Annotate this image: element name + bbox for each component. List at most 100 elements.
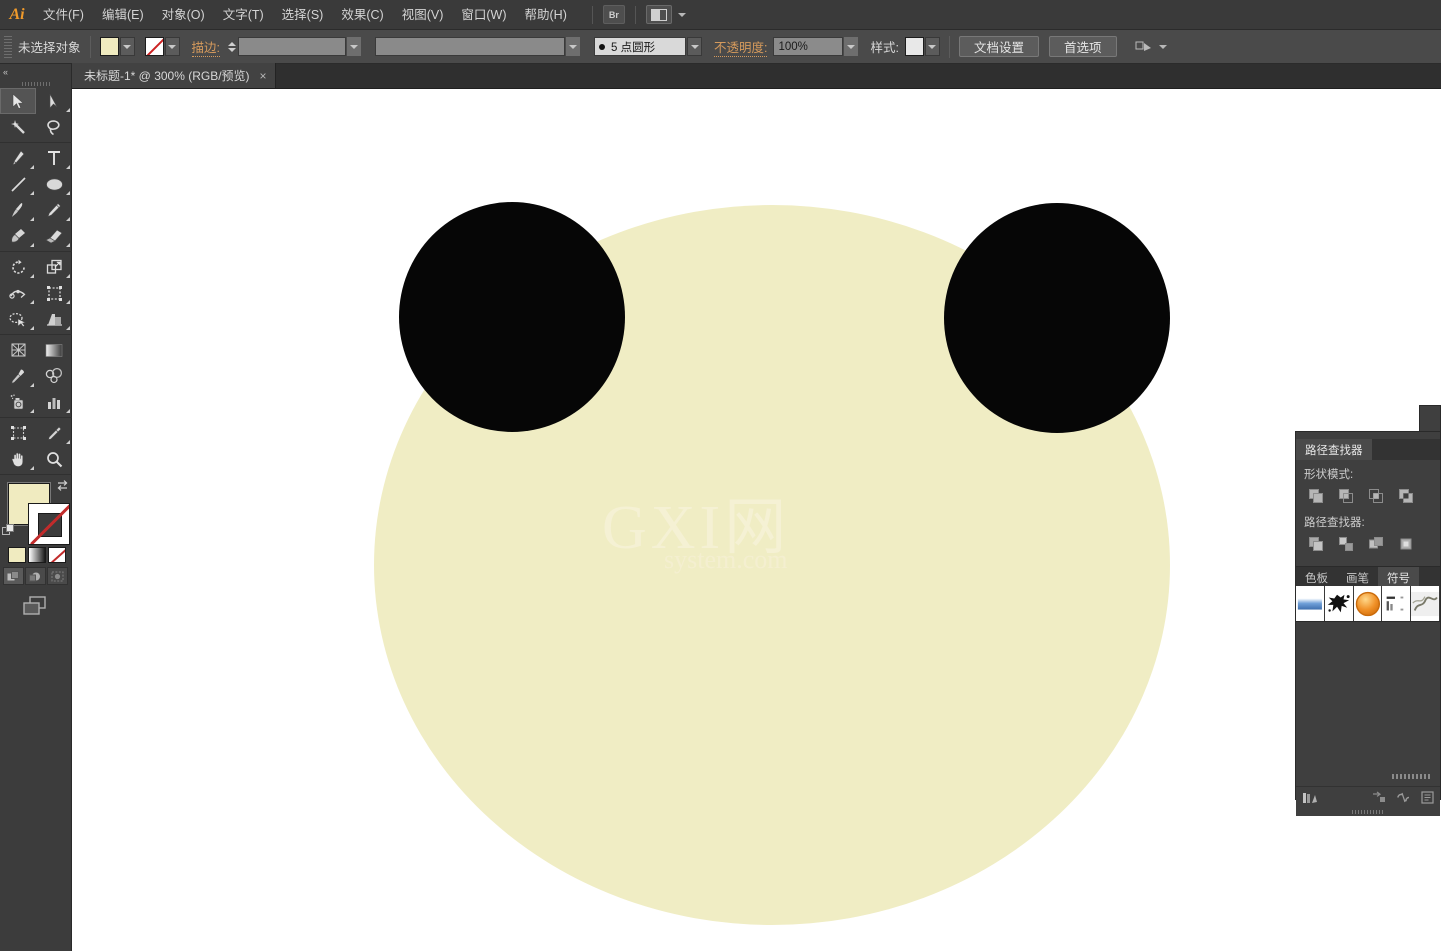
shape-builder-tool[interactable]: [0, 306, 36, 332]
tool-flyout-indicator[interactable]: [30, 466, 34, 470]
fill-color-group[interactable]: [100, 37, 135, 56]
opacity-label[interactable]: 不透明度:: [714, 37, 767, 57]
default-fill-stroke-icon[interactable]: [2, 524, 15, 537]
symbol-sprayer-tool[interactable]: [0, 389, 36, 415]
artboard-canvas[interactable]: GXI网 system.com: [72, 89, 1441, 951]
color-mode-button[interactable]: [8, 547, 26, 563]
symbol-options-button[interactable]: [1421, 791, 1434, 804]
trim-button[interactable]: [1337, 535, 1355, 553]
document-setup-button[interactable]: 文档设置: [959, 36, 1039, 57]
symbol-ink-splat[interactable]: [1325, 586, 1354, 622]
symbol-orange-orb[interactable]: [1354, 586, 1383, 622]
tools-panel-header[interactable]: «: [0, 64, 71, 80]
document-tab[interactable]: 未标题-1* @ 300% (RGB/预览) ×: [72, 63, 276, 88]
draw-inside-button[interactable]: [47, 567, 68, 585]
opacity-field[interactable]: 100%: [773, 37, 843, 56]
align-to-group[interactable]: [1135, 39, 1167, 55]
menu-effect[interactable]: 效果(C): [332, 0, 392, 30]
unite-button[interactable]: [1307, 487, 1325, 505]
fill-dropdown-button[interactable]: [120, 37, 135, 56]
pencil-tool[interactable]: [36, 197, 72, 223]
zoom-tool[interactable]: [36, 446, 72, 472]
rotate-tool[interactable]: [0, 254, 36, 280]
fill-color-swatch[interactable]: [100, 37, 119, 56]
width-profile-dropdown[interactable]: [565, 37, 580, 56]
symbols-empty-area[interactable]: [1296, 622, 1440, 786]
stroke-weight-field[interactable]: [238, 37, 346, 56]
workspace-switcher-button[interactable]: [646, 5, 672, 24]
tool-flyout-indicator[interactable]: [30, 409, 34, 413]
tool-flyout-indicator[interactable]: [66, 191, 70, 195]
brush-definition-dropdown[interactable]: [687, 37, 702, 56]
bridge-icon[interactable]: Br: [603, 5, 625, 24]
dock-tab-strip[interactable]: [1419, 405, 1441, 431]
ear-left-shape[interactable]: [399, 202, 625, 432]
close-icon[interactable]: ×: [260, 70, 267, 82]
tool-flyout-indicator[interactable]: [30, 217, 34, 221]
ellipse-tool[interactable]: [36, 171, 72, 197]
menu-view[interactable]: 视图(V): [393, 0, 453, 30]
tool-flyout-indicator[interactable]: [66, 440, 70, 444]
pen-tool[interactable]: [0, 145, 36, 171]
stroke-color-box[interactable]: [28, 503, 70, 545]
line-segment-tool[interactable]: [0, 171, 36, 197]
paintbrush-tool[interactable]: [0, 197, 36, 223]
eraser-tool[interactable]: [36, 223, 72, 249]
stepper-up-icon[interactable]: [228, 42, 236, 46]
symbol-texture[interactable]: [1411, 586, 1440, 622]
stroke-dropdown-button[interactable]: [165, 37, 180, 56]
break-link-button[interactable]: [1396, 791, 1411, 804]
tool-flyout-indicator[interactable]: [30, 191, 34, 195]
selection-tool[interactable]: [0, 88, 36, 114]
panel-resize-grip[interactable]: [1392, 774, 1432, 779]
tab-pathfinder[interactable]: 路径查找器: [1296, 439, 1372, 460]
gradient-mode-button[interactable]: [28, 547, 46, 563]
slice-tool[interactable]: [36, 420, 72, 446]
blob-brush-tool[interactable]: [0, 223, 36, 249]
tool-flyout-indicator[interactable]: [66, 108, 70, 112]
symbol-libraries-button[interactable]: [1302, 791, 1320, 805]
chevron-down-icon[interactable]: [678, 13, 686, 17]
scale-tool[interactable]: [36, 254, 72, 280]
change-screen-mode-icon[interactable]: [21, 595, 51, 617]
column-graph-tool[interactable]: [36, 389, 72, 415]
magic-wand-tool[interactable]: [0, 114, 36, 140]
tool-flyout-indicator[interactable]: [30, 300, 34, 304]
menu-object[interactable]: 对象(O): [153, 0, 214, 30]
tab-symbols[interactable]: 符号: [1378, 567, 1419, 588]
tool-flyout-indicator[interactable]: [66, 165, 70, 169]
tools-panel-grip[interactable]: [0, 80, 71, 88]
gradient-tool[interactable]: [36, 337, 72, 363]
tab-swatches[interactable]: 色板: [1296, 567, 1337, 588]
width-tool[interactable]: [0, 280, 36, 306]
draw-behind-button[interactable]: [25, 567, 46, 585]
menu-type[interactable]: 文字(T): [214, 0, 273, 30]
stroke-color-swatch[interactable]: [145, 37, 164, 56]
dock-grip[interactable]: [1296, 432, 1440, 439]
stroke-weight-dropdown[interactable]: [346, 37, 361, 56]
direct-selection-tool[interactable]: [36, 88, 72, 114]
preferences-button[interactable]: 首选项: [1049, 36, 1117, 57]
perspective-grid-tool[interactable]: [36, 306, 72, 332]
merge-button[interactable]: [1367, 535, 1385, 553]
tool-flyout-indicator[interactable]: [66, 300, 70, 304]
stepper-down-icon[interactable]: [228, 48, 236, 52]
tool-flyout-indicator[interactable]: [30, 165, 34, 169]
mesh-tool[interactable]: [0, 337, 36, 363]
variable-width-profile-field[interactable]: [375, 37, 565, 56]
tool-flyout-indicator[interactable]: [66, 243, 70, 247]
lasso-tool[interactable]: [36, 114, 72, 140]
swap-fill-stroke-icon[interactable]: [56, 479, 70, 492]
type-tool[interactable]: [36, 145, 72, 171]
chevron-down-icon[interactable]: [1159, 45, 1167, 49]
graphic-style-swatch[interactable]: [905, 37, 924, 56]
collapse-panel-icon[interactable]: «: [3, 67, 7, 77]
minus-front-button[interactable]: [1337, 487, 1355, 505]
tool-flyout-indicator[interactable]: [66, 409, 70, 413]
blend-tool[interactable]: [36, 363, 72, 389]
intersect-button[interactable]: [1367, 487, 1385, 505]
opacity-dropdown[interactable]: [843, 37, 858, 56]
menu-select[interactable]: 选择(S): [273, 0, 333, 30]
tab-brushes[interactable]: 画笔: [1337, 567, 1378, 588]
tool-flyout-indicator[interactable]: [66, 217, 70, 221]
